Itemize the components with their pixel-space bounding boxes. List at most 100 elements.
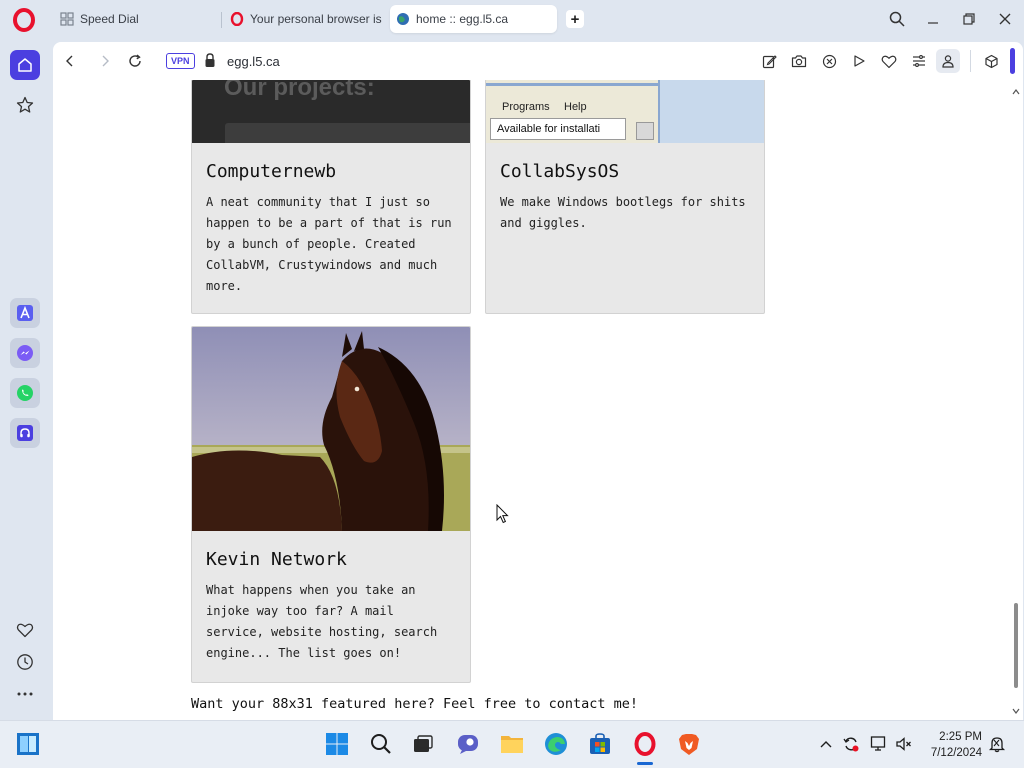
taskbar-search-button[interactable] xyxy=(368,731,394,757)
tray-volume-button[interactable] xyxy=(895,735,913,753)
edit-note-icon xyxy=(762,54,777,68)
card-description: A neat community that I just so happen t… xyxy=(206,195,452,293)
tray-overflow-button[interactable] xyxy=(817,735,835,753)
page-scrollbar[interactable] xyxy=(1009,80,1023,720)
project-card-kevin-network[interactable]: Kevin Network What happens when you take… xyxy=(191,326,471,683)
tab-title: home :: egg.l5.ca xyxy=(416,12,509,26)
microsoft-store-button[interactable] xyxy=(587,731,613,757)
sidebar-messenger-button[interactable] xyxy=(10,338,40,368)
tab-home-egg[interactable]: home :: egg.l5.ca xyxy=(390,5,557,33)
card-description: What happens when you take an injoke way… xyxy=(206,583,438,660)
sidebar-home-button[interactable] xyxy=(10,50,40,80)
extensions-button[interactable] xyxy=(981,51,1001,71)
opera-taskbar-button[interactable] xyxy=(632,731,658,757)
project-card-collabsysos[interactable]: Programs Help Available for installati C… xyxy=(485,80,765,314)
clock-date: 7/12/2024 xyxy=(930,747,982,759)
chevron-left-icon xyxy=(66,55,73,67)
tab-speed-dial[interactable]: Speed Dial xyxy=(54,5,216,33)
home-icon xyxy=(18,58,32,72)
settings-sliders-icon xyxy=(913,55,925,67)
scroll-down-icon[interactable] xyxy=(1012,707,1020,715)
url-input[interactable] xyxy=(227,52,627,70)
sidebar-aria-button[interactable] xyxy=(10,298,40,328)
user-icon xyxy=(942,55,954,68)
back-button[interactable] xyxy=(60,51,80,71)
tab-title: Your personal browser is xyxy=(250,12,382,26)
footer-contact-text: Want your 88x31 featured here? Feel free… xyxy=(191,696,639,712)
cube-icon xyxy=(984,54,998,68)
profile-button[interactable] xyxy=(936,49,960,73)
tab-opera-welcome[interactable]: Your personal browser is xyxy=(224,5,386,33)
screenshot-menu-help: Help xyxy=(564,101,587,113)
scroll-thumb[interactable] xyxy=(1014,603,1018,688)
chevron-right-icon xyxy=(102,55,109,67)
sidebar-accent-bar xyxy=(1010,48,1015,74)
tab-title: Speed Dial xyxy=(80,12,139,26)
start-button[interactable] xyxy=(324,731,350,757)
close-window-button[interactable] xyxy=(994,8,1016,30)
store-icon xyxy=(590,733,610,754)
more-dots-icon xyxy=(17,692,33,696)
forward-button[interactable] xyxy=(95,51,115,71)
ad-blocker-button[interactable] xyxy=(819,51,839,71)
active-app-indicator xyxy=(637,762,653,765)
card-image-computernewb: Our projects: xyxy=(192,80,470,143)
project-card-computernewb[interactable]: Our projects: Computernewb A neat commun… xyxy=(191,80,471,314)
sidebar-music-player-button[interactable] xyxy=(10,418,40,448)
shield-icon xyxy=(822,54,836,68)
close-icon xyxy=(999,13,1011,25)
sidebar-history-button[interactable] xyxy=(10,647,40,677)
sidebar xyxy=(0,38,50,720)
sidebar-whatsapp-button[interactable] xyxy=(10,378,40,408)
brave-button[interactable] xyxy=(676,731,702,757)
network-monitor-icon xyxy=(870,736,886,751)
snapshot-button[interactable] xyxy=(789,51,809,71)
minimize-button[interactable] xyxy=(922,8,944,30)
chevron-up-icon xyxy=(820,741,832,748)
taskbar-clock[interactable]: 2:25 PM 7/12/2024 xyxy=(920,729,982,761)
speed-dial-grid-icon xyxy=(60,12,74,26)
card-image-caption: Our projects: xyxy=(224,80,375,101)
sidebar-more-button[interactable] xyxy=(10,679,40,709)
screenshot-list-text: Available for installati xyxy=(497,123,601,135)
new-tab-button[interactable]: + xyxy=(566,10,584,28)
scroll-up-icon[interactable] xyxy=(1012,88,1020,96)
mouse-cursor-icon xyxy=(496,504,509,524)
toolbar-divider xyxy=(970,50,971,72)
teams-chat-button[interactable] xyxy=(455,731,481,757)
easy-setup-button[interactable] xyxy=(909,51,929,71)
player-button[interactable] xyxy=(849,51,869,71)
card-image-panel xyxy=(225,123,470,143)
search-icon xyxy=(371,734,391,754)
edge-browser-icon xyxy=(545,733,567,755)
widgets-button[interactable] xyxy=(15,731,41,757)
sidebar-pinboards-button[interactable] xyxy=(10,90,40,120)
windows-start-icon xyxy=(326,733,348,755)
sidebar-favorites-button[interactable] xyxy=(10,615,40,645)
opera-logo-icon[interactable] xyxy=(12,8,36,32)
card-title: CollabSysOS xyxy=(500,161,620,182)
reload-button[interactable] xyxy=(125,51,145,71)
my-flow-button[interactable] xyxy=(879,51,899,71)
tray-sync-button[interactable] xyxy=(842,735,860,753)
search-tabs-button[interactable] xyxy=(886,8,908,30)
restore-button[interactable] xyxy=(958,8,980,30)
file-explorer-button[interactable] xyxy=(499,731,525,757)
task-view-button[interactable] xyxy=(410,731,436,757)
volume-muted-icon xyxy=(896,737,911,751)
edge-button[interactable] xyxy=(543,731,569,757)
headphones-icon xyxy=(17,425,33,441)
heart-icon xyxy=(881,55,897,68)
play-icon xyxy=(854,55,865,67)
task-view-icon xyxy=(414,735,433,752)
whatsapp-icon xyxy=(17,385,33,401)
lock-icon[interactable] xyxy=(204,53,216,68)
web-page[interactable]: Our projects: Computernewb A neat commun… xyxy=(53,80,1023,720)
address-bar-row: VPN xyxy=(53,42,1023,80)
tray-network-button[interactable] xyxy=(870,735,888,753)
notifications-button[interactable] xyxy=(988,735,1006,753)
reload-icon xyxy=(129,54,141,67)
vpn-badge[interactable]: VPN xyxy=(166,53,195,69)
snapshot-edit-button[interactable] xyxy=(759,51,779,71)
aria-icon xyxy=(17,305,33,321)
